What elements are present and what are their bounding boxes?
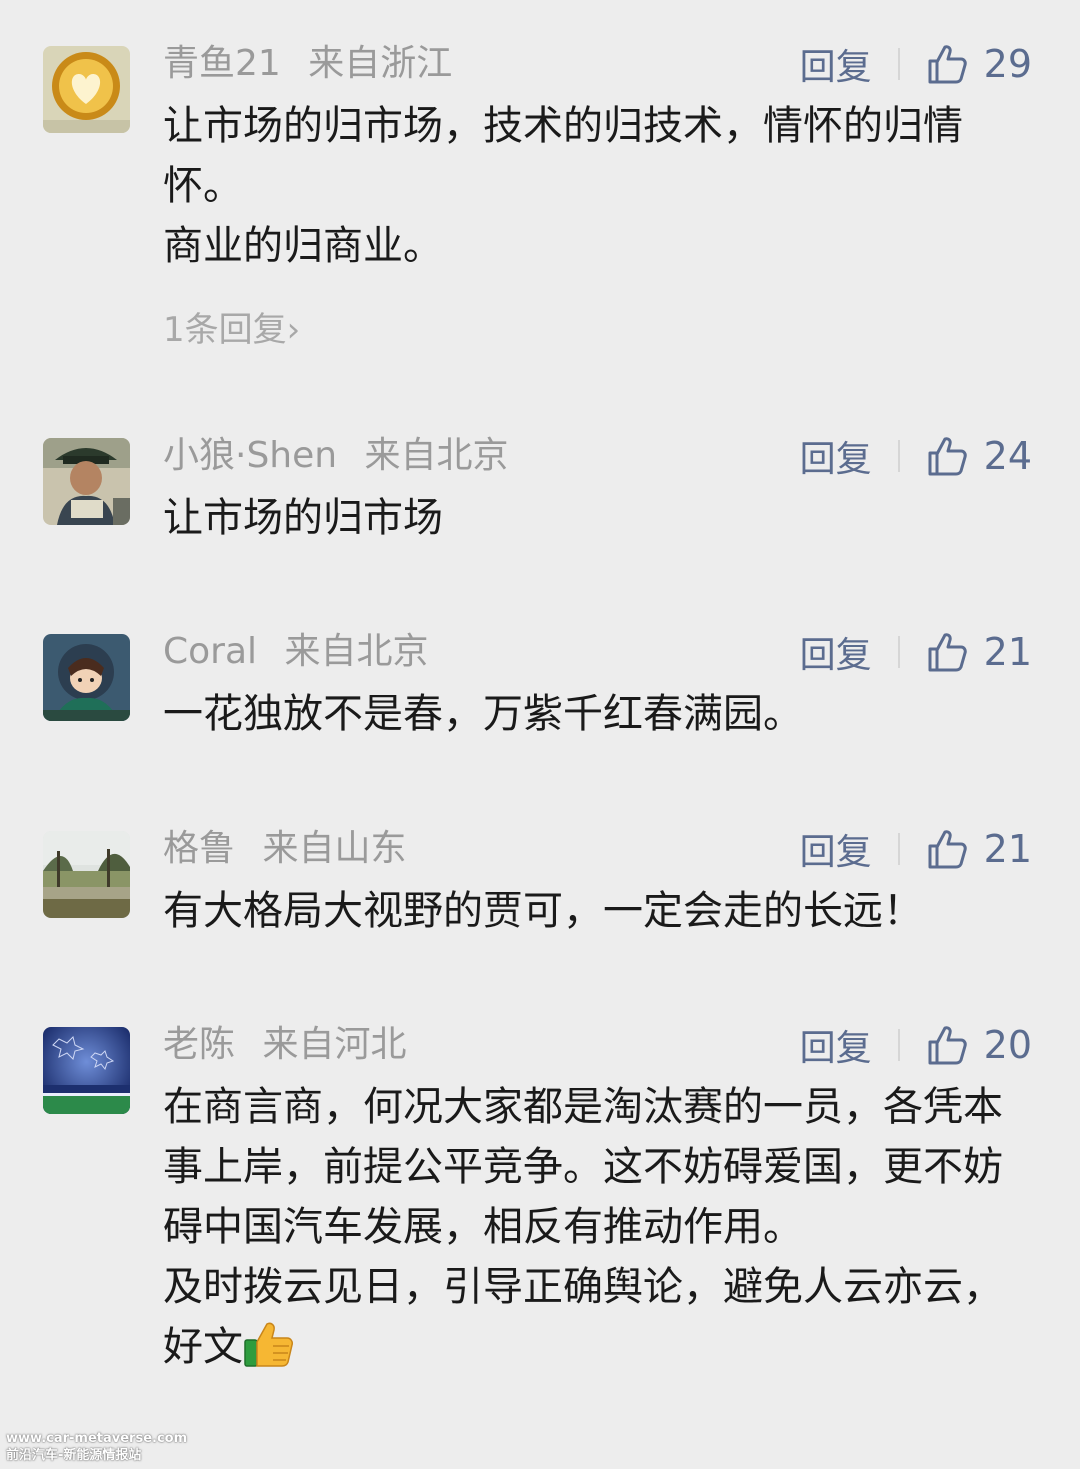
avatar[interactable]	[43, 438, 130, 525]
stadium-avatar-icon	[43, 1027, 130, 1114]
avatar[interactable]	[43, 831, 130, 918]
view-replies-link[interactable]: 1条回复›	[163, 302, 300, 351]
reply-button[interactable]: 回复	[800, 430, 872, 482]
comment-paragraph: 在商言商，何况大家都是淘汰赛的一员，各凭本事上岸，前提公平竞争。这不妨碍爱国，更…	[163, 1084, 1003, 1250]
location-label: 来自北京	[284, 631, 429, 672]
comment-actions: 回复 20	[800, 1017, 1032, 1073]
thumbs-up-icon	[928, 830, 967, 869]
comment-meta: 青鱼21 来自浙江	[163, 36, 452, 92]
like-count: 29	[983, 42, 1032, 86]
replies-count-label: 1条回复	[163, 310, 287, 350]
avatar[interactable]	[43, 634, 130, 721]
like-count: 20	[983, 1023, 1032, 1067]
comment-actions: 回复 29	[800, 36, 1032, 92]
watermark-url: www.car-metaverse.com	[6, 1431, 188, 1446]
comment-actions: 回复 21	[800, 624, 1032, 680]
comment-paragraph: 让市场的归市场，技术的归技术，情怀的归情怀。	[163, 103, 963, 209]
landscape-avatar-icon	[43, 831, 130, 918]
location-label: 来自北京	[364, 435, 509, 476]
reply-button[interactable]: 回复	[800, 1019, 872, 1071]
thumbs-up-icon	[928, 45, 967, 84]
divider	[897, 440, 900, 472]
reply-button[interactable]: 回复	[800, 823, 872, 875]
username[interactable]: 小狼·Shen	[163, 435, 337, 476]
thumbs-up-emoji-icon	[244, 1322, 293, 1367]
like-count: 21	[983, 827, 1032, 871]
avatar[interactable]	[43, 1027, 130, 1114]
comment-paragraph: 商业的归商业。	[163, 223, 443, 269]
cartoon-character-avatar-icon	[43, 634, 130, 721]
watermark-site-name: 前沿汽车-新能源情报站	[6, 1448, 142, 1463]
comment-meta: 老陈 来自河北	[163, 1017, 406, 1073]
comment-text: 让市场的归市场	[163, 488, 1023, 548]
comment-paragraph: 让市场的归市场	[163, 495, 443, 541]
divider	[897, 1029, 900, 1061]
comment-paragraph: 有大格局大视野的贾可，一定会走的长远！	[163, 888, 923, 934]
username[interactable]: 格鲁	[163, 828, 235, 869]
comment-paragraph: 及时拨云见日，引导正确舆论，避免人云亦云，好文	[163, 1257, 1023, 1377]
location-label: 来自山东	[262, 828, 407, 869]
like-button[interactable]: 24	[926, 434, 1032, 478]
divider	[897, 833, 900, 865]
location-label: 来自河北	[262, 1024, 407, 1065]
like-count: 21	[983, 630, 1032, 674]
chevron-right-icon: ›	[286, 310, 301, 350]
avatar[interactable]	[43, 46, 130, 133]
reply-button[interactable]: 回复	[800, 38, 872, 90]
like-button[interactable]: 21	[926, 827, 1032, 871]
like-button[interactable]: 21	[926, 630, 1032, 674]
comment-text: 在商言商，何况大家都是淘汰赛的一员，各凭本事上岸，前提公平竞争。这不妨碍爱国，更…	[163, 1077, 1023, 1377]
person-hat-avatar-icon	[43, 438, 130, 525]
like-button[interactable]: 20	[926, 1023, 1032, 1067]
divider	[897, 48, 900, 80]
comment-meta: Coral 来自北京	[163, 624, 429, 680]
comment-actions: 回复 24	[800, 428, 1032, 484]
comment-text: 让市场的归市场，技术的归技术，情怀的归情怀。 商业的归商业。	[163, 96, 1023, 276]
thumbs-up-icon	[928, 633, 967, 672]
reply-button[interactable]: 回复	[800, 626, 872, 678]
comment-meta: 格鲁 来自山东	[163, 821, 406, 877]
divider	[897, 636, 900, 668]
username[interactable]: 青鱼21	[163, 43, 281, 84]
latte-heart-avatar-icon	[43, 46, 130, 133]
comment-text: 一花独放不是春，万紫千红春满园。	[163, 684, 1023, 744]
comment-actions: 回复 21	[800, 821, 1032, 877]
comment-meta: 小狼·Shen 来自北京	[163, 428, 509, 484]
comment-paragraph: 一花独放不是春，万紫千红春满园。	[163, 691, 803, 737]
thumbs-up-icon	[928, 437, 967, 476]
watermark: www.car-metaverse.com 前沿汽车-新能源情报站	[6, 1430, 187, 1464]
like-button[interactable]: 29	[926, 42, 1032, 86]
username[interactable]: 老陈	[163, 1024, 235, 1065]
comment-text: 有大格局大视野的贾可，一定会走的长远！	[163, 881, 1023, 941]
username[interactable]: Coral	[163, 631, 257, 672]
like-count: 24	[983, 434, 1032, 478]
thumbs-up-icon	[928, 1026, 967, 1065]
location-label: 来自浙江	[308, 43, 453, 84]
